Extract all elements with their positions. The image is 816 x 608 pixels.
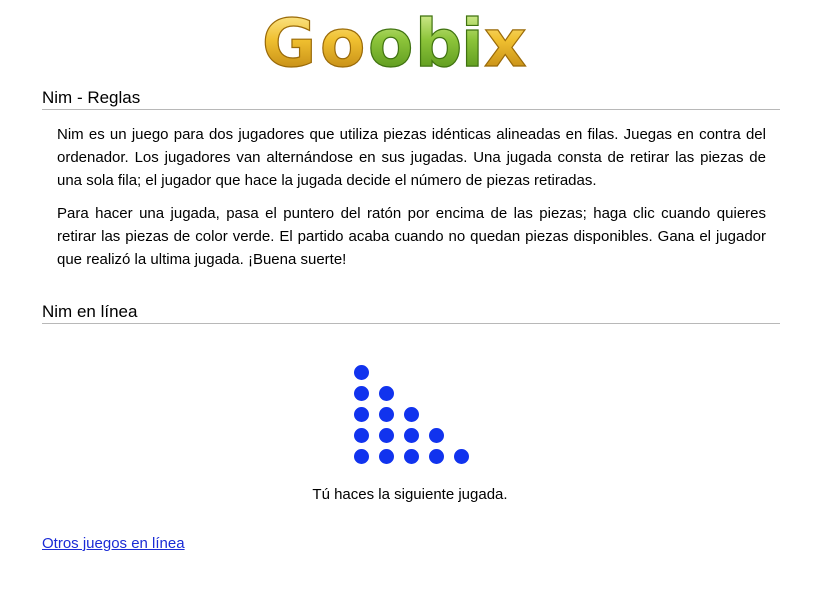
online-game-heading: Nim en línea xyxy=(42,302,780,324)
logo-letter: o xyxy=(368,10,413,74)
nim-piece[interactable] xyxy=(404,449,419,464)
nim-piece[interactable] xyxy=(354,428,369,443)
nim-piece[interactable] xyxy=(354,407,369,422)
logo-letter: G xyxy=(262,10,316,74)
nim-piece[interactable] xyxy=(404,407,419,422)
other-games-link[interactable]: Otros juegos en línea xyxy=(42,535,185,553)
rules-paragraph-1: Nim es un juego para dos jugadores que u… xyxy=(57,126,766,189)
logo-letter: o xyxy=(320,10,365,74)
game-status: Tú haces la siguiente jugada. xyxy=(312,486,508,503)
goobix-logo[interactable]: Goobix xyxy=(261,4,562,82)
rules-text: Nim es un juego para dos jugadores que u… xyxy=(57,123,766,281)
nim-piece[interactable] xyxy=(429,449,444,464)
nim-piece[interactable] xyxy=(404,428,419,443)
logo-letter: i xyxy=(461,10,484,74)
nim-piece[interactable] xyxy=(429,428,444,443)
nim-piece[interactable] xyxy=(379,386,394,401)
goobix-logo-image: Go o bi x xyxy=(261,4,527,82)
nim-piece[interactable] xyxy=(354,386,369,401)
logo-letter: x xyxy=(484,10,527,74)
nim-board xyxy=(350,362,470,472)
logo-letter: b xyxy=(415,10,462,74)
nim-piece[interactable] xyxy=(379,449,394,464)
nim-piece[interactable] xyxy=(354,365,369,380)
rules-paragraph-2: Para hacer una jugada, pasa el puntero d… xyxy=(57,205,766,268)
nim-piece[interactable] xyxy=(454,449,469,464)
rules-heading: Nim - Reglas xyxy=(42,88,780,110)
nim-piece[interactable] xyxy=(379,407,394,422)
nim-piece[interactable] xyxy=(379,428,394,443)
nim-piece[interactable] xyxy=(354,449,369,464)
